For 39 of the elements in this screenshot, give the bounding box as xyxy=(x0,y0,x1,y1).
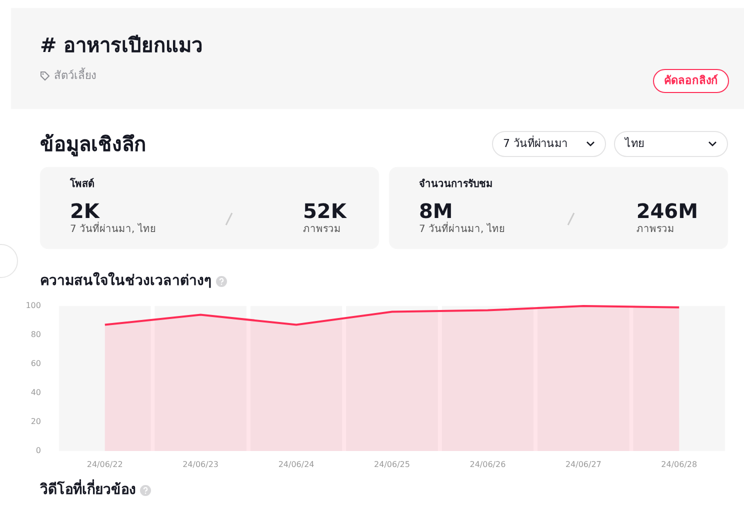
stat-value: 8M xyxy=(419,200,453,222)
stat-value: 2K xyxy=(70,200,100,222)
section-title: วิดีโอที่เกี่ยวข้อง xyxy=(40,480,136,501)
y-tick-label: 0 xyxy=(36,446,41,456)
stat-caption: 7 วันที่ผ่านมา, ไทย xyxy=(419,222,505,237)
x-tick-label: 24/06/28 xyxy=(661,460,698,469)
stat-label: จำนวนการรับชม xyxy=(419,178,494,192)
x-tick-label: 24/06/22 xyxy=(86,460,123,469)
chevron-down-icon xyxy=(708,141,717,147)
y-tick-label: 40 xyxy=(30,388,41,398)
chevron-down-icon xyxy=(586,141,595,147)
slash-icon xyxy=(224,210,234,226)
x-tick-label: 24/06/26 xyxy=(470,460,506,469)
category-label: สัตว์เลี้ยง xyxy=(54,68,96,84)
x-tick-label: 24/06/23 xyxy=(182,460,219,469)
section-title: ข้อมูลเชิงลึก xyxy=(40,131,146,158)
dropdown[interactable]: 7 วันที่ผ่านมา xyxy=(492,130,606,158)
stat-value: 52K xyxy=(303,200,348,222)
y-tick-label: 20 xyxy=(30,417,41,426)
y-tick-label: 100 xyxy=(26,301,41,310)
copy-link-button[interactable]: คัดลอกลิงก์ xyxy=(653,68,729,93)
x-tick-label: 24/06/25 xyxy=(374,460,410,469)
y-tick-label: 60 xyxy=(30,359,41,368)
help-icon[interactable] xyxy=(216,276,227,287)
y-tick-label: 80 xyxy=(30,330,41,340)
stat-caption: ภาพรวม xyxy=(636,223,676,237)
slash-icon xyxy=(566,210,576,226)
dropdown[interactable]: ไทย xyxy=(614,130,728,158)
stat-caption: ภาพรวม xyxy=(303,223,342,237)
chart-title: ความสนใจในช่วงเวลาต่างๆ xyxy=(40,271,212,291)
x-tick-label: 24/06/27 xyxy=(565,460,602,469)
help-icon[interactable] xyxy=(140,485,151,496)
hashtag-title: อาหารเปียกแมว xyxy=(64,33,203,57)
stat-label: โพสต์ xyxy=(70,177,95,192)
stat-value: 246M xyxy=(636,200,698,222)
hashtag-symbol: # xyxy=(40,33,57,57)
tag-icon xyxy=(40,71,50,82)
stat-caption: 7 วันที่ผ่านมา, ไทย xyxy=(70,222,156,237)
x-tick-label: 24/06/24 xyxy=(278,460,314,469)
